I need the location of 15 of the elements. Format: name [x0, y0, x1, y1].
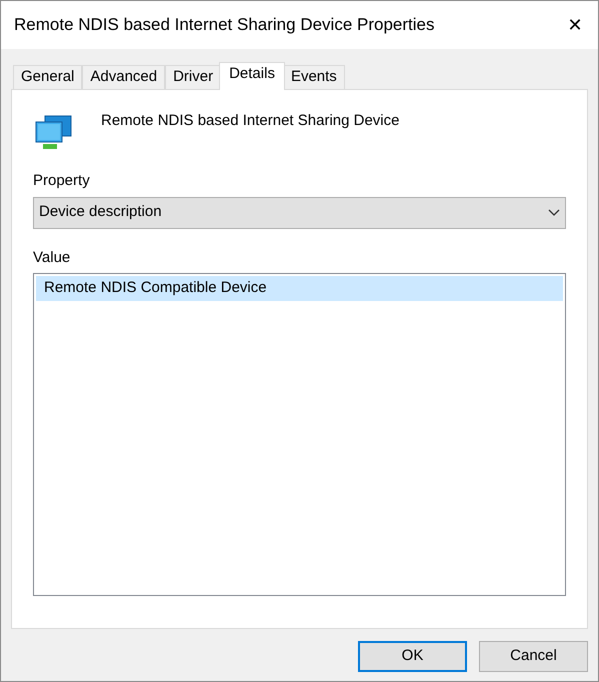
window-title: Remote NDIS based Internet Sharing Device Properties — [14, 14, 434, 36]
tab[interactable]: Driver — [165, 65, 222, 89]
tab[interactable]: Events — [282, 65, 345, 89]
close-button[interactable]: ✕ — [552, 1, 598, 49]
dialog-button[interactable]: Cancel — [479, 641, 588, 672]
value-label: Value — [33, 248, 72, 268]
device-name: Remote NDIS based Internet Sharing Device — [101, 111, 400, 131]
dialog-button[interactable]: OK — [358, 641, 467, 672]
tab[interactable]: General — [13, 65, 82, 89]
property-label: Property — [33, 171, 91, 191]
tab[interactable]: Details — [219, 62, 285, 90]
chevron-down-icon — [548, 208, 560, 216]
list-item[interactable]: Remote NDIS Compatible Device — [36, 276, 563, 301]
tab[interactable]: Advanced — [82, 65, 166, 89]
property-dropdown[interactable]: Device description — [33, 196, 566, 228]
